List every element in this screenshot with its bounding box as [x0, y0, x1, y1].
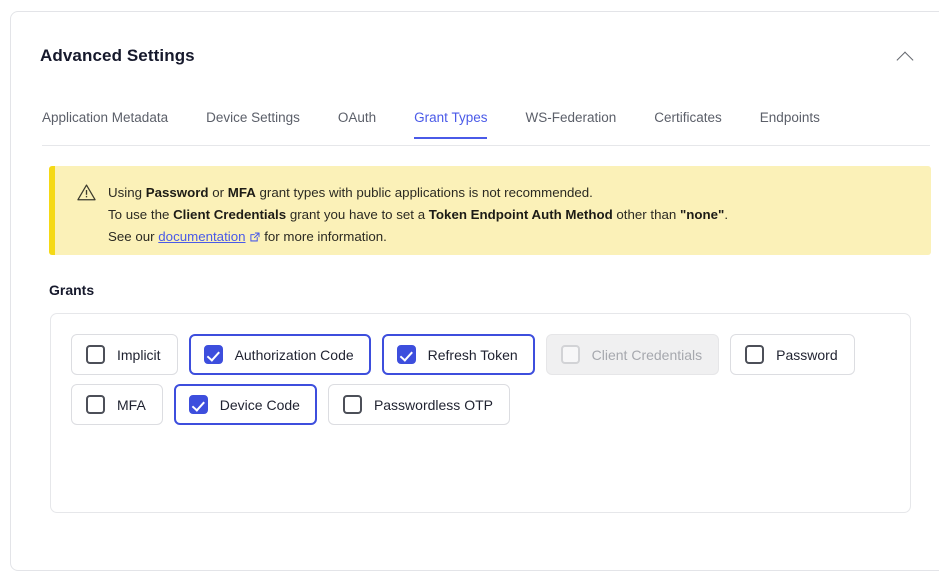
tab-grant-types[interactable]: Grant Types — [414, 108, 488, 139]
collapse-section-button[interactable] — [889, 46, 921, 70]
grant-label: Password — [776, 346, 838, 363]
grant-checkbox-client-credentials: Client Credentials — [545, 334, 720, 375]
grant-label: Passwordless OTP — [373, 396, 493, 413]
page-title: Advanced Settings — [40, 46, 195, 65]
warning-banner-text: Using Password or MFA grant types with p… — [108, 182, 728, 255]
tab-bar: Application Metadata Device Settings OAuth… — [42, 108, 930, 146]
warning-line-3-b: for more information. — [260, 229, 387, 244]
checkbox-checked-icon — [396, 345, 416, 364]
chevron-up-icon — [896, 51, 914, 69]
warning-line-1-c: or — [208, 185, 228, 200]
tab-certificates[interactable]: Certificates — [654, 108, 722, 139]
warning-line-2-b3: "none" — [679, 207, 725, 222]
tab-application-metadata[interactable]: Application Metadata — [42, 108, 168, 139]
checkbox-unchecked-icon — [86, 345, 105, 364]
grants-row: Implicit Authorization Code Refresh Token C… — [71, 334, 910, 375]
grants-label: Grants — [49, 282, 95, 298]
tab-ws-federation[interactable]: WS-Federation — [525, 108, 616, 139]
warning-line-1-b2: MFA — [227, 185, 256, 200]
grant-label: Authorization Code — [234, 346, 354, 363]
external-link-icon[interactable] — [249, 231, 261, 243]
advanced-settings-card: Advanced Settings Application Metadata De… — [10, 11, 939, 571]
warning-line-1-d: grant types with public applications is … — [255, 185, 593, 200]
checkbox-unchecked-icon — [745, 345, 765, 364]
documentation-link[interactable]: documentation — [158, 229, 245, 244]
warning-line-2-b2: Token Endpoint Auth Method — [428, 207, 613, 222]
warning-banner: Using Password or MFA grant types with p… — [49, 166, 931, 255]
checkbox-checked-icon — [203, 345, 223, 364]
card-header: Advanced Settings — [40, 41, 939, 71]
grant-checkbox-implicit[interactable]: Implicit — [71, 334, 178, 375]
warning-line-2-b1: Client Credentials — [173, 207, 287, 222]
warning-line-2-d: other than — [612, 207, 680, 222]
warning-line-1-b1: Password — [145, 185, 209, 200]
grant-label: MFA — [117, 396, 146, 413]
warning-triangle-icon — [77, 184, 96, 201]
warning-line-3: See our documentation for more informati… — [108, 226, 728, 248]
warning-line-1: Using Password or MFA grant types with p… — [108, 182, 728, 204]
tab-oauth[interactable]: OAuth — [338, 108, 376, 139]
checkbox-unchecked-icon — [342, 395, 362, 414]
checkbox-unchecked-icon — [86, 395, 105, 414]
grant-checkbox-authorization-code[interactable]: Authorization Code — [188, 334, 371, 375]
grants-row: MFA Device Code Passwordless OTP — [71, 384, 910, 425]
warning-line-2-a: To use the — [108, 207, 174, 222]
grant-checkbox-device-code[interactable]: Device Code — [173, 384, 317, 425]
checkbox-unchecked-icon — [560, 345, 580, 364]
checkbox-checked-icon — [188, 395, 208, 414]
grant-checkbox-refresh-token[interactable]: Refresh Token — [381, 334, 535, 375]
warning-line-2-c: grant you have to set a — [286, 207, 429, 222]
grant-checkbox-passwordless-otp[interactable]: Passwordless OTP — [327, 384, 510, 425]
grant-label: Refresh Token — [427, 346, 518, 363]
warning-line-3-a: See our — [108, 229, 159, 244]
grant-label: Device Code — [219, 396, 300, 413]
tab-endpoints[interactable]: Endpoints — [760, 108, 820, 139]
grant-checkbox-password[interactable]: Password — [730, 334, 855, 375]
warning-line-2-e: . — [724, 207, 729, 222]
grant-checkbox-mfa[interactable]: MFA — [71, 384, 163, 425]
tab-device-settings[interactable]: Device Settings — [206, 108, 300, 139]
grant-label: Client Credentials — [591, 346, 703, 363]
grants-checkbox-group: Implicit Authorization Code Refresh Token C… — [50, 313, 911, 513]
grant-label: Implicit — [117, 346, 161, 363]
warning-line-2: To use the Client Credentials grant you … — [108, 204, 728, 226]
warning-line-1-a: Using — [108, 185, 146, 200]
